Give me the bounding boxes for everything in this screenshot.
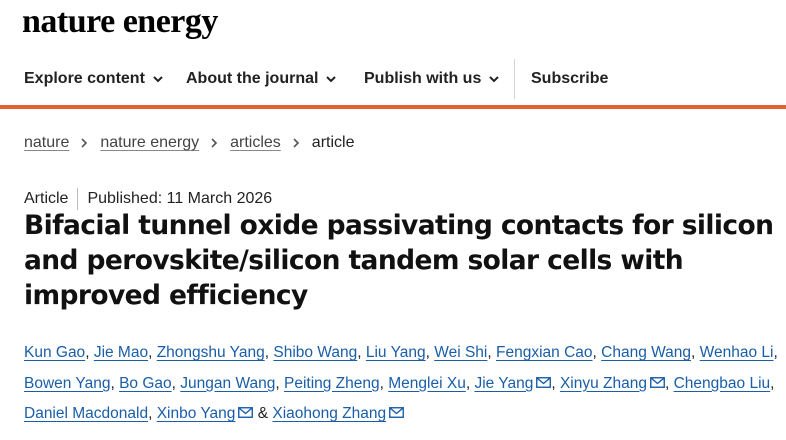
nav-divider (514, 59, 515, 99)
author-separator: , (379, 374, 389, 392)
author-separator: , (773, 344, 778, 361)
author-link[interactable]: Menglei Xu (388, 375, 466, 392)
author-link[interactable]: Xinbo Yang (157, 405, 236, 422)
author-link[interactable]: Kun Gao (24, 344, 85, 361)
article-type: Article (24, 190, 69, 207)
author-link[interactable]: Peiting Zheng (284, 375, 380, 392)
author-link[interactable]: Liu Yang (366, 344, 426, 361)
breadcrumb-nature[interactable]: nature (24, 134, 69, 152)
nav-about-label: About the journal (186, 70, 319, 87)
author-link[interactable]: Chang Wang (601, 344, 691, 361)
author-link[interactable]: Jie Mao (94, 344, 148, 361)
chevron-down-icon (153, 76, 163, 83)
chevron-right-icon (211, 138, 218, 148)
chevron-right-icon (81, 138, 88, 148)
author-link[interactable]: Wenhao Li (700, 344, 774, 361)
author-separator: , (487, 344, 496, 361)
author-separator: , (691, 344, 700, 361)
author-separator: , (592, 344, 602, 361)
author-link[interactable]: Bowen Yang (24, 375, 110, 392)
author-link[interactable]: Jungan Wang (180, 375, 275, 392)
meta-divider (77, 188, 79, 210)
author-separator: , (357, 344, 366, 361)
nav-accent-bar (0, 105, 786, 109)
author-link[interactable]: Jie Yang (474, 375, 533, 392)
author-separator: , (551, 374, 560, 392)
author-separator: , (770, 374, 775, 392)
author-link[interactable]: Wei Shi (434, 344, 487, 361)
author-list: Kun Gao, Jie Mao, Zhongshu Yang, Shibo W… (24, 338, 784, 430)
nav-publish-label: Publish with us (364, 70, 482, 87)
author-link[interactable]: Xinyu Zhang (560, 375, 647, 392)
breadcrumb-articles[interactable]: articles (230, 134, 281, 152)
chevron-down-icon (489, 76, 500, 83)
author-link[interactable]: Daniel Macdonald (24, 405, 148, 422)
author-link[interactable]: Chengbao Liu (674, 375, 771, 392)
author-link[interactable]: Bo Gao (119, 375, 172, 392)
nav-explore-label: Explore content (24, 70, 145, 87)
chevron-right-icon (293, 138, 299, 148)
main-nav: Explore content About the journal Publis… (0, 59, 786, 105)
published-date: Published: 11 March 2026 (87, 190, 273, 207)
author-link[interactable]: Fengxian Cao (496, 344, 593, 361)
breadcrumb: nature nature energy articles article (24, 132, 354, 154)
author-separator: , (148, 405, 157, 422)
author-separator: , (148, 344, 157, 361)
nav-subscribe-label: Subscribe (531, 70, 609, 87)
breadcrumb-nature-energy[interactable]: nature energy (100, 134, 199, 152)
nav-about-journal[interactable]: About the journal (186, 59, 337, 99)
author-separator: & (253, 405, 273, 422)
site-logo[interactable]: nature energy (22, 2, 218, 42)
author-separator: , (275, 374, 284, 392)
mail-icon[interactable] (389, 407, 405, 418)
author-separator: , (425, 344, 435, 361)
author-separator: , (110, 374, 120, 392)
article-meta: Article Published: 11 March 2026 (24, 188, 272, 210)
chevron-down-icon (326, 76, 337, 83)
author-separator: , (664, 374, 674, 392)
author-separator: , (171, 374, 181, 392)
mail-icon[interactable] (238, 407, 254, 418)
nav-subscribe[interactable]: Subscribe (531, 59, 608, 99)
nav-explore-content[interactable]: Explore content (24, 59, 164, 99)
mail-icon[interactable] (650, 376, 665, 388)
breadcrumb-current: article (311, 134, 355, 151)
author-link[interactable]: Shibo Wang (273, 344, 357, 361)
nav-publish-with-us[interactable]: Publish with us (364, 59, 500, 99)
author-separator: , (85, 344, 94, 361)
author-link[interactable]: Zhongshu Yang (157, 344, 265, 361)
article-title: Bifacial tunnel oxide passivating contac… (24, 210, 774, 311)
mail-icon[interactable] (536, 376, 552, 388)
author-link[interactable]: Xiaohong Zhang (272, 405, 386, 422)
